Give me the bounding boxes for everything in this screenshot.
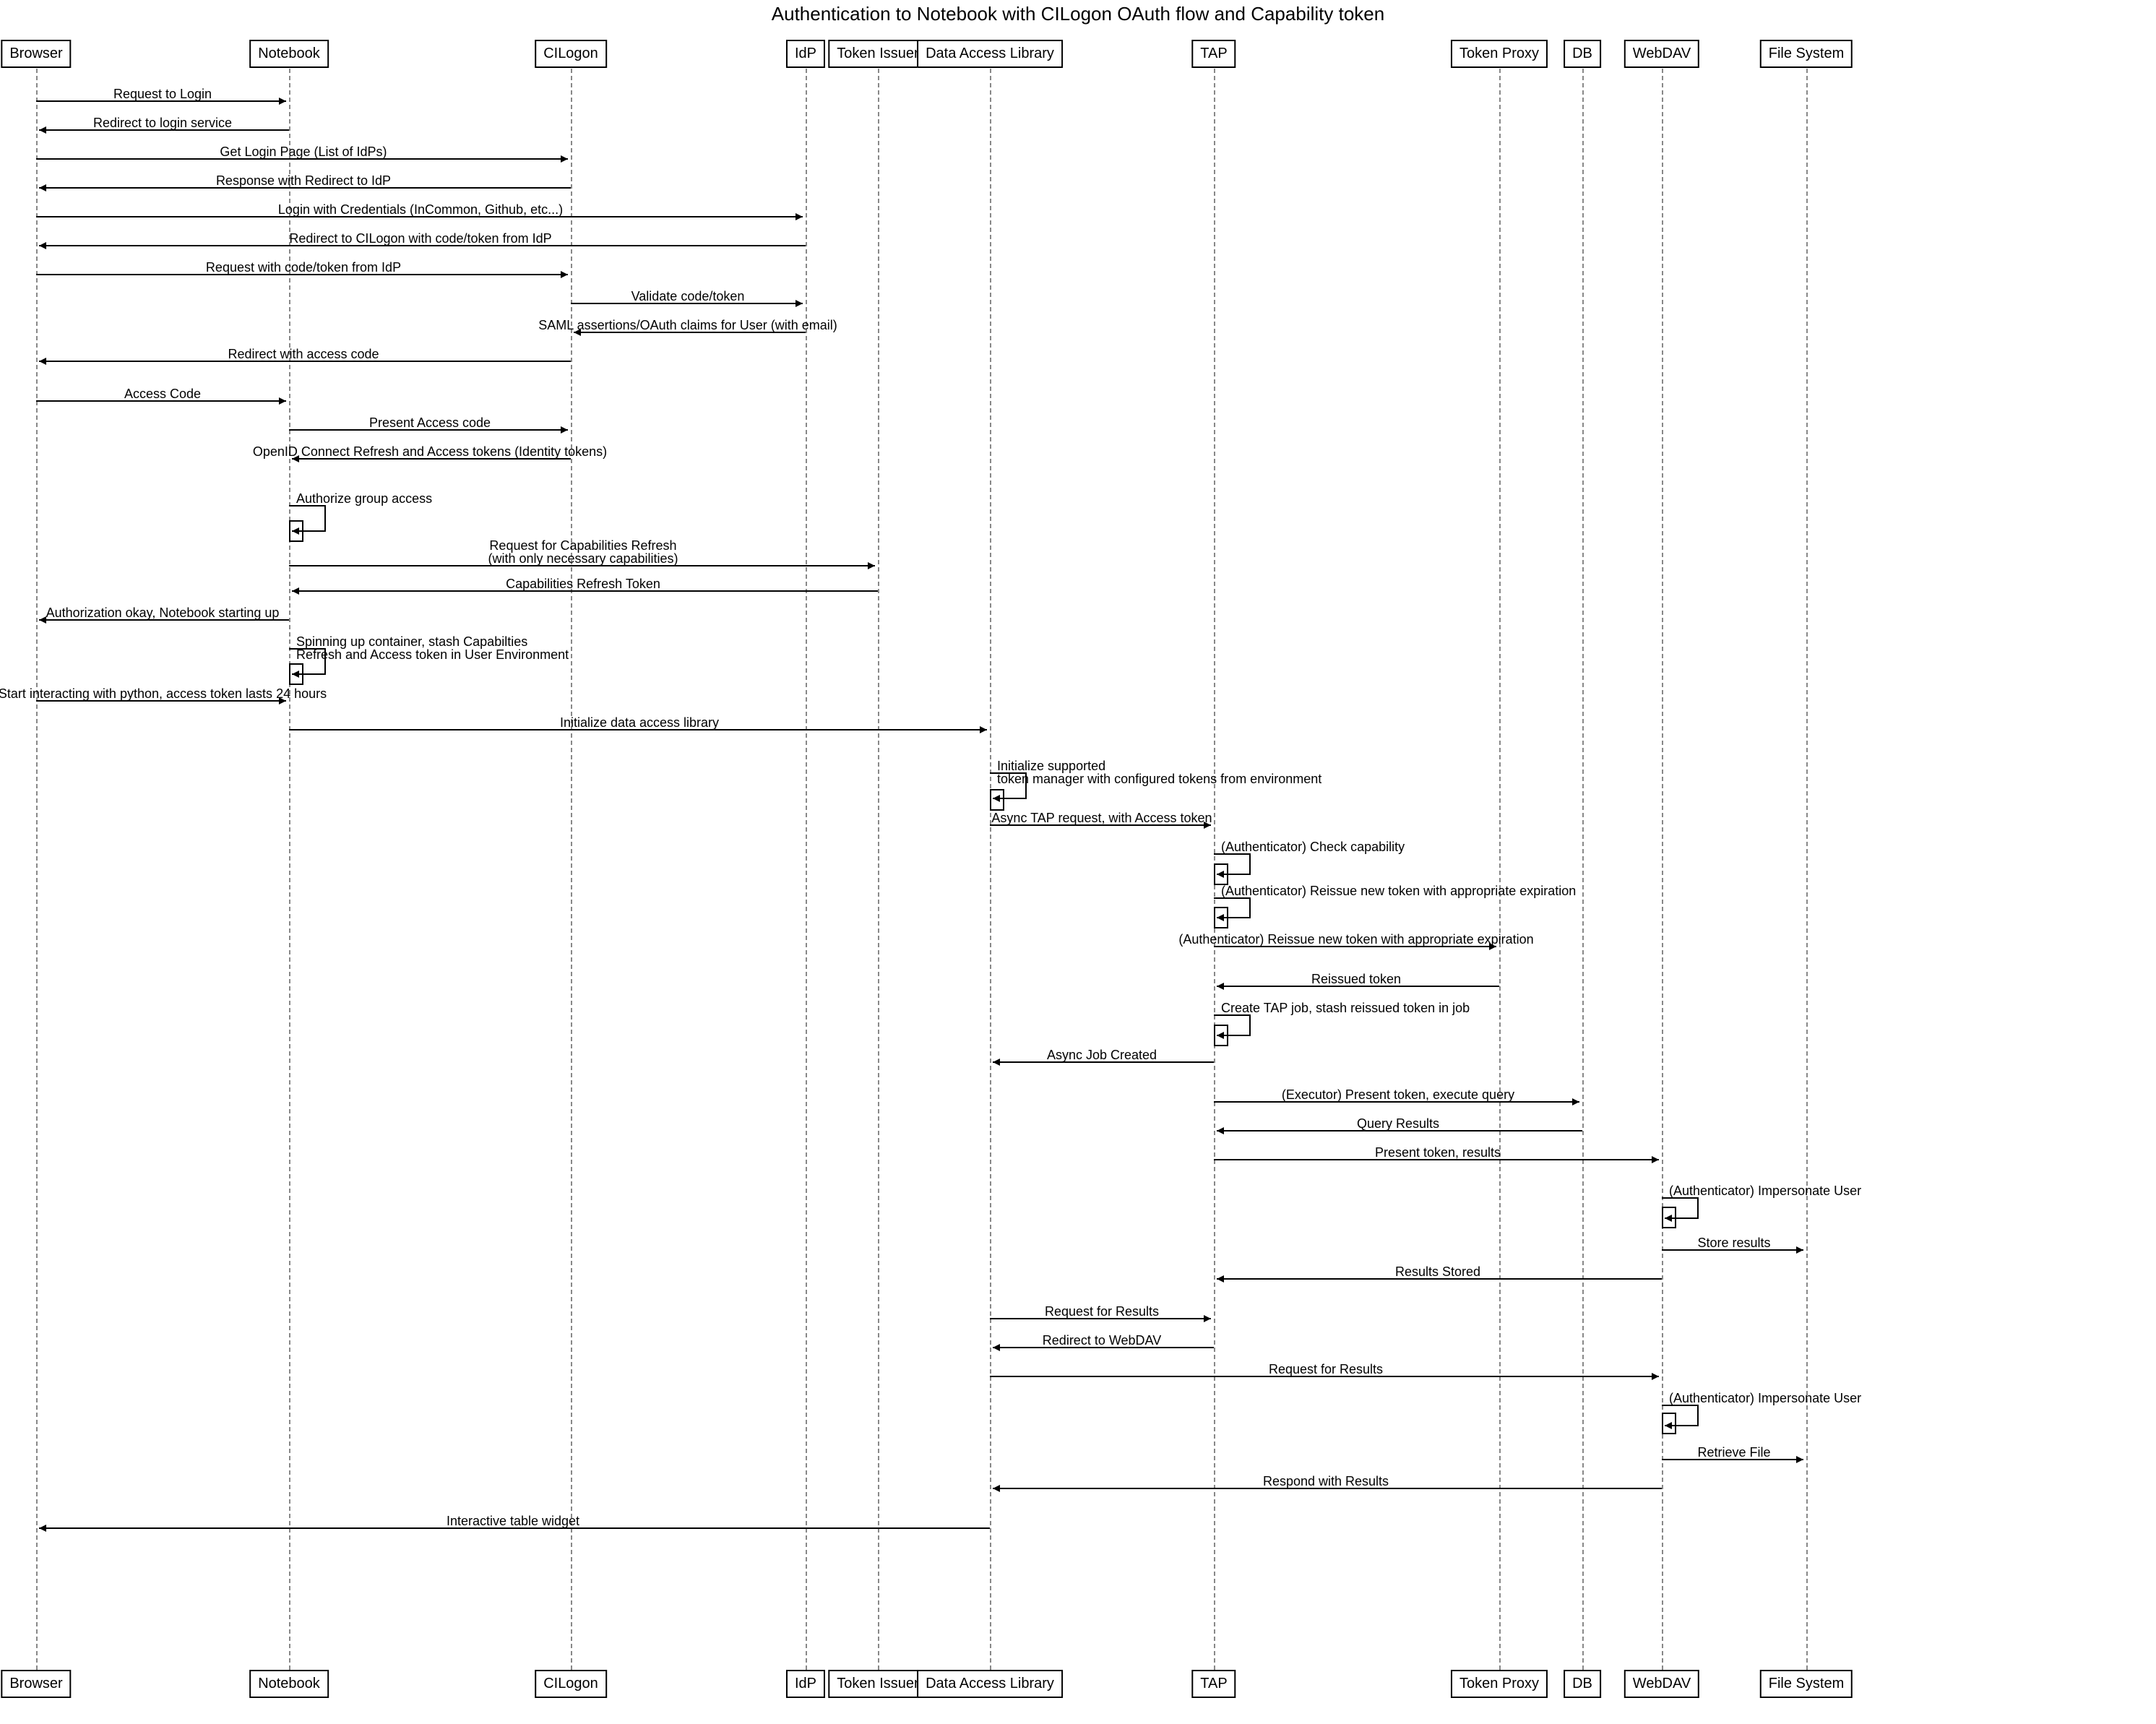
participant-cilogon: CILogon xyxy=(535,40,607,68)
activation-tap-createjob xyxy=(1214,1025,1228,1046)
msg-redirect-cilogon: Redirect to CILogon with code/token from… xyxy=(289,231,551,246)
participant-cilogon-bottom: CILogon xyxy=(535,1670,607,1698)
diagram-title: Authentication to Notebook with CILogon … xyxy=(0,3,2156,25)
participant-idp-bottom: IdP xyxy=(786,1670,825,1698)
msg-create-tap-job: Create TAP job, stash reissued token in … xyxy=(1221,1001,1470,1016)
participant-token-proxy-bottom: Token Proxy xyxy=(1451,1670,1548,1698)
msg-redirect-login-service: Redirect to login service xyxy=(93,116,232,131)
msg-authorize-group: Authorize group access xyxy=(296,491,432,507)
msg-request-results-webdav: Request for Results xyxy=(1269,1362,1383,1377)
participant-dal: Data Access Library xyxy=(917,40,1063,68)
msg-auth-ok: Authorization okay, Notebook starting up xyxy=(46,605,280,621)
participant-db-bottom: DB xyxy=(1564,1670,1601,1698)
participant-token-issuer: Token Issuer xyxy=(828,40,927,68)
msg-redirect-access-code: Redirect with access code xyxy=(228,347,379,362)
participant-tap: TAP xyxy=(1191,40,1236,68)
lifeline-dal xyxy=(990,69,991,1670)
activation-webdav-impersonate2 xyxy=(1662,1413,1676,1434)
msg-login-credentials: Login with Credentials (InCommon, Github… xyxy=(278,202,563,217)
participant-browser: Browser xyxy=(1,40,71,68)
lifeline-cilogon xyxy=(571,69,572,1670)
msg-interactive-widget: Interactive table widget xyxy=(447,1514,579,1529)
msg-spin-container-b: Refresh and Access token in User Environ… xyxy=(296,647,569,663)
msg-request-code-token: Request with code/token from IdP xyxy=(206,260,401,275)
lifeline-fs xyxy=(1806,69,1808,1670)
activation-authorize-group xyxy=(289,520,303,542)
msg-executor-present-token: (Executor) Present token, execute query xyxy=(1282,1087,1514,1103)
msg-request-results: Request for Results xyxy=(1045,1304,1159,1319)
lifeline-idp xyxy=(806,69,807,1670)
lifeline-notebook xyxy=(289,69,290,1670)
participant-webdav: WebDAV xyxy=(1624,40,1699,68)
participant-fs: File System xyxy=(1760,40,1853,68)
lifeline-db xyxy=(1582,69,1584,1670)
participant-dal-bottom: Data Access Library xyxy=(917,1670,1063,1698)
msg-init-dal: Initialize data access library xyxy=(560,715,719,730)
msg-respond-results: Respond with Results xyxy=(1263,1474,1389,1489)
lifeline-token-issuer xyxy=(878,69,879,1670)
participant-browser-bottom: Browser xyxy=(1,1670,71,1698)
lifeline-token-proxy xyxy=(1499,69,1501,1670)
msg-start-python: Start interacting with python, access to… xyxy=(0,686,327,702)
participant-idp: IdP xyxy=(786,40,825,68)
participant-token-issuer-bottom: Token Issuer xyxy=(828,1670,927,1698)
arrows-overlay xyxy=(0,0,2156,1724)
activation-tap-check xyxy=(1214,863,1228,885)
msg-tap-reissue2: (Authenticator) Reissue new token with a… xyxy=(1178,932,1533,947)
msg-webdav-impersonate2: (Authenticator) Impersonate User xyxy=(1669,1391,1861,1406)
msg-init-token-mgr-b: token manager with configured tokens fro… xyxy=(997,772,1321,787)
msg-query-results: Query Results xyxy=(1357,1116,1439,1132)
msg-retrieve-file: Retrieve File xyxy=(1697,1445,1770,1460)
msg-results-stored: Results Stored xyxy=(1395,1264,1480,1280)
diagram-canvas: Authentication to Notebook with CILogon … xyxy=(0,0,2156,1724)
participant-notebook: Notebook xyxy=(249,40,329,68)
activation-tap-reissue1 xyxy=(1214,907,1228,928)
msg-response-redirect-idp: Response with Redirect to IdP xyxy=(216,173,391,189)
msg-access-code: Access Code xyxy=(124,387,201,402)
activation-dal-init xyxy=(990,789,1004,811)
lifeline-browser xyxy=(36,69,38,1670)
msg-present-token-results: Present token, results xyxy=(1375,1145,1501,1160)
participant-tap-bottom: TAP xyxy=(1191,1670,1236,1698)
msg-async-job-created: Async Job Created xyxy=(1047,1048,1157,1063)
activation-spin-container xyxy=(289,663,303,685)
msg-async-tap-request: Async TAP request, with Access token xyxy=(991,811,1212,826)
msg-reissued-token: Reissued token xyxy=(1311,972,1401,987)
msg-openid-tokens: OpenID Connect Refresh and Access tokens… xyxy=(253,444,607,460)
msg-saml-claims: SAML assertions/OAuth claims for User (w… xyxy=(538,318,837,333)
participant-webdav-bottom: WebDAV xyxy=(1624,1670,1699,1698)
msg-validate-code: Validate code/token xyxy=(631,289,745,304)
msg-request-cap-refresh-b: (with only necessary capabilities) xyxy=(488,551,678,566)
msg-tap-reissue1: (Authenticator) Reissue new token with a… xyxy=(1221,884,1576,899)
participant-token-proxy: Token Proxy xyxy=(1451,40,1548,68)
msg-get-login-page: Get Login Page (List of IdPs) xyxy=(220,145,387,160)
participant-notebook-bottom: Notebook xyxy=(249,1670,329,1698)
msg-redirect-webdav: Redirect to WebDAV xyxy=(1043,1333,1161,1348)
msg-tap-check-cap: (Authenticator) Check capability xyxy=(1221,840,1405,855)
msg-request-login: Request to Login xyxy=(113,87,212,102)
msg-cap-refresh-token: Capabilities Refresh Token xyxy=(506,577,660,592)
activation-webdav-impersonate xyxy=(1662,1207,1676,1228)
msg-store-results: Store results xyxy=(1697,1236,1770,1251)
msg-webdav-impersonate: (Authenticator) Impersonate User xyxy=(1669,1184,1861,1199)
participant-fs-bottom: File System xyxy=(1760,1670,1853,1698)
msg-present-access-code: Present Access code xyxy=(369,415,491,431)
participant-db: DB xyxy=(1564,40,1601,68)
